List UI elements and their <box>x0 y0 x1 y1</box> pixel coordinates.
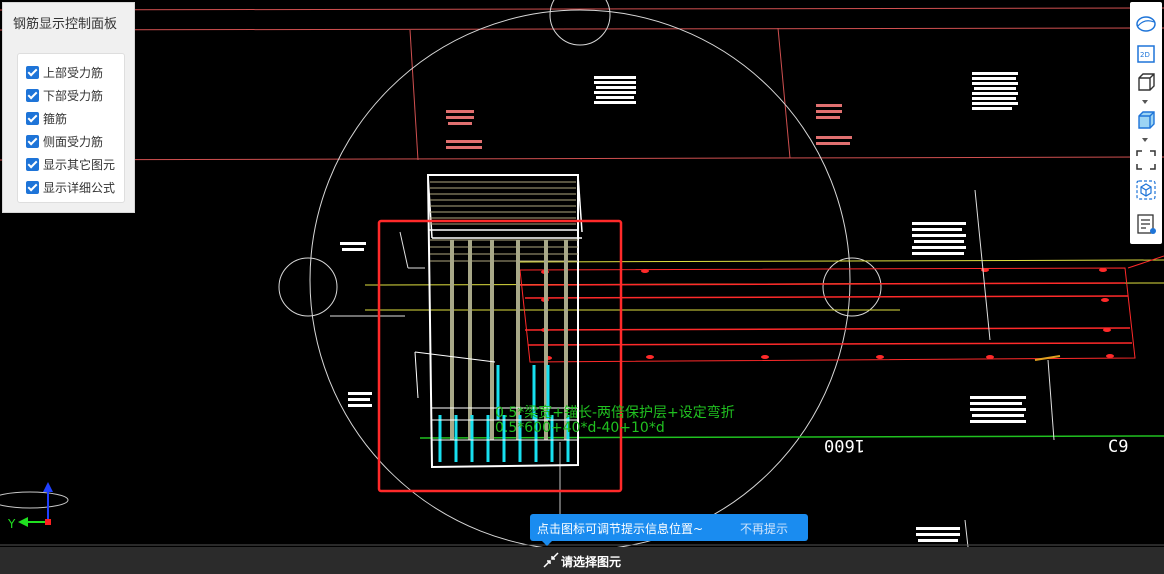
dimension-label-right: C9 <box>1108 437 1128 457</box>
option-show-detailed-formula[interactable]: 显示详细公式 <box>26 178 115 196</box>
info-list-icon[interactable] <box>1134 212 1158 236</box>
wireframe-cube-icon[interactable] <box>1134 70 1158 94</box>
dont-show-again-link[interactable]: 不再提示 <box>740 520 788 537</box>
checkbox-checked-icon[interactable] <box>26 180 39 194</box>
shaded-cube-icon[interactable] <box>1134 108 1158 132</box>
view-toolbar: 2D <box>1130 2 1162 244</box>
hint-tooltip[interactable]: 点击图标可调节提示信息位置~ 不再提示 <box>530 514 808 546</box>
fullscreen-icon[interactable] <box>1134 148 1158 172</box>
checkbox-checked-icon[interactable] <box>26 88 39 102</box>
panel-title: 钢筋显示控制面板 <box>13 17 118 32</box>
status-bar: 请选择图元 <box>0 547 1164 574</box>
hint-message: 点击图标可调节提示信息位置~ <box>537 522 704 536</box>
checkbox-checked-icon[interactable] <box>26 157 39 171</box>
checkbox-checked-icon[interactable] <box>26 134 39 148</box>
chevron-down-icon[interactable] <box>1142 100 1148 104</box>
svg-text:2D: 2D <box>1140 51 1150 59</box>
view-2d-icon[interactable]: 2D <box>1134 42 1158 66</box>
select-cursor-icon <box>543 552 559 568</box>
cad-viewport[interactable]: 1600 C9 0.5*梁宽+锚长-两倍保护层+设定弯折 0.5*600+40*… <box>0 0 1164 547</box>
formula-text-2: 0.5*600+40*d-40+10*d <box>495 420 665 436</box>
dimension-label: 1600 <box>824 435 865 455</box>
option-top-rebar[interactable]: 上部受力筋 <box>26 63 103 81</box>
option-bottom-rebar[interactable]: 下部受力筋 <box>26 86 103 104</box>
view-3d-icon[interactable] <box>1134 12 1158 36</box>
rebar-options-list: 上部受力筋 下部受力筋 箍筋 侧面受力筋 显示其它图元 显示详细公式 <box>17 53 125 203</box>
option-show-other-elements[interactable]: 显示其它图元 <box>26 155 115 173</box>
axis-y-label: Y <box>7 517 16 531</box>
formula-text-1: 0.5*梁宽+锚长-两倍保护层+设定弯折 <box>495 404 735 421</box>
cad-drawing[interactable]: 1600 C9 0.5*梁宽+锚长-两倍保护层+设定弯折 0.5*600+40*… <box>0 0 1164 547</box>
rebar-display-control-panel: 钢筋显示控制面板 上部受力筋 下部受力筋 箍筋 侧面受力筋 显示其它图元 显示详… <box>2 2 135 213</box>
component-icon[interactable] <box>1134 178 1158 202</box>
chevron-down-icon[interactable] <box>1142 138 1148 142</box>
option-stirrup[interactable]: 箍筋 <box>26 109 67 127</box>
checkbox-checked-icon[interactable] <box>26 65 39 79</box>
option-side-rebar[interactable]: 侧面受力筋 <box>26 132 103 150</box>
status-text: 请选择图元 <box>561 555 622 569</box>
checkbox-checked-icon[interactable] <box>26 111 39 125</box>
